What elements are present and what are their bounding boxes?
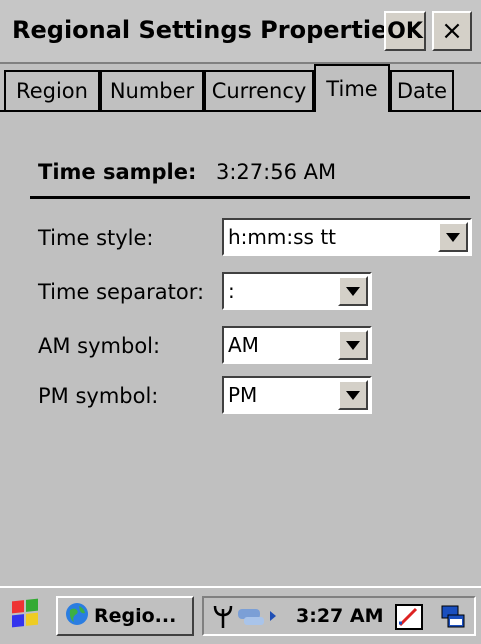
- title-bar: Regional Settings Properties OK ×: [0, 0, 481, 64]
- pm-symbol-value: PM: [228, 383, 258, 407]
- time-sample-value: 3:27:56 AM: [216, 160, 337, 184]
- desktop-icon[interactable]: [438, 603, 468, 635]
- taskbar: Regio... 3:27 AM: [0, 586, 481, 644]
- tab-number[interactable]: Number: [100, 70, 204, 110]
- tab-time[interactable]: Time: [314, 64, 390, 112]
- divider: [30, 196, 470, 199]
- time-separator-dropdown[interactable]: :: [222, 272, 372, 310]
- am-symbol-dropdown[interactable]: AM: [222, 326, 372, 364]
- close-button[interactable]: ×: [432, 11, 472, 51]
- pm-symbol-dropdown[interactable]: PM: [222, 376, 372, 414]
- keyboard-icon[interactable]: [394, 603, 424, 635]
- tab-currency[interactable]: Currency: [204, 70, 314, 110]
- time-sample-label: Time sample:: [38, 160, 197, 184]
- chevron-down-icon[interactable]: [338, 276, 368, 306]
- time-style-dropdown[interactable]: h:mm:ss tt: [222, 218, 472, 256]
- taskbar-task-label: Regio...: [94, 605, 177, 627]
- pm-symbol-label: PM symbol:: [38, 384, 159, 408]
- start-icon[interactable]: [6, 596, 46, 636]
- window-title: Regional Settings Properties: [12, 16, 402, 44]
- am-symbol-label: AM symbol:: [38, 334, 161, 358]
- antenna-icon[interactable]: [212, 603, 234, 633]
- clock[interactable]: 3:27 AM: [296, 605, 384, 627]
- system-tray: 3:27 AM: [202, 596, 476, 636]
- chevron-down-icon[interactable]: [338, 380, 368, 410]
- chevron-down-icon[interactable]: [338, 330, 368, 360]
- network-icon[interactable]: [236, 603, 292, 633]
- time-tab-panel: Time sample: 3:27:56 AM Time style: h:mm…: [0, 112, 481, 586]
- chevron-down-icon[interactable]: [438, 222, 468, 252]
- tab-baseline: [0, 110, 481, 112]
- tab-strip: Region Number Currency Time Date: [0, 64, 481, 112]
- time-style-value: h:mm:ss tt: [228, 225, 336, 249]
- active-tab-gap: [316, 108, 388, 114]
- time-style-label: Time style:: [38, 226, 154, 250]
- ok-button[interactable]: OK: [384, 11, 426, 51]
- regional-settings-icon: [64, 601, 90, 631]
- time-separator-label: Time separator:: [38, 280, 205, 304]
- tab-date[interactable]: Date: [390, 70, 454, 110]
- taskbar-regional-settings-button[interactable]: Regio...: [56, 596, 194, 636]
- tab-region[interactable]: Region: [4, 70, 100, 110]
- time-separator-value: :: [228, 279, 235, 303]
- am-symbol-value: AM: [228, 333, 259, 357]
